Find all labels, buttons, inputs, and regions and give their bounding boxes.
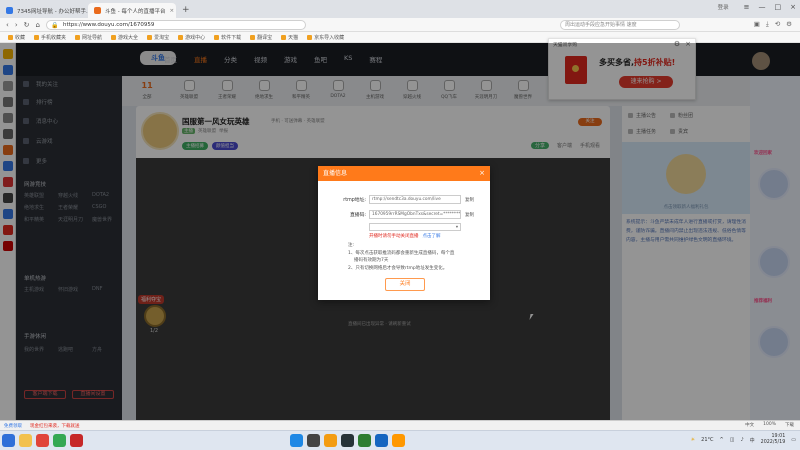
dialog-header: 直播信息 × bbox=[318, 166, 490, 181]
rtmp-label: rtmp地址: bbox=[343, 198, 366, 203]
system-tray: ☀ 21°C ^ ◫ ♪ 中 19:01 2022/5/19 ▭ bbox=[691, 434, 796, 446]
chevron-down-icon: ▾ bbox=[455, 225, 458, 230]
browser-nav-bar: ‹ › ↻ ⌂ 🔒 https://www.douyu.com/1670959 … bbox=[0, 18, 800, 32]
tab-title: 斗鱼 - 每个人的直播平台 bbox=[105, 8, 166, 15]
warning-text: 开播时请勿手动关闭直播 bbox=[369, 234, 419, 239]
history-icon[interactable]: ⟲ bbox=[775, 20, 780, 29]
back-icon[interactable]: ‹ bbox=[6, 21, 9, 29]
bookmark-item[interactable]: 京东导入收藏 bbox=[307, 34, 344, 41]
rtmp-row: rtmp地址: rtmp://sendtc3a.douyu.com/live 复… bbox=[324, 195, 474, 204]
stream-key-field[interactable]: 1670959rrRSMgObnTxs&secret=********** bbox=[369, 210, 461, 219]
copy-key-button[interactable]: 复制 bbox=[465, 212, 474, 218]
rtmp-address-field[interactable]: rtmp://sendtc3a.douyu.com/live bbox=[369, 195, 461, 204]
dialog-note: 2、只有切换网络后才会导致rtmp地址发生变化。 bbox=[348, 266, 448, 271]
taskbar-left bbox=[2, 434, 83, 447]
dialog-close-button[interactable]: 关闭 bbox=[385, 278, 425, 291]
status-item[interactable]: 现金红包来袭，下载就送 bbox=[30, 423, 80, 429]
bookmark-item[interactable]: 软件下载 bbox=[214, 34, 241, 41]
minimize-icon[interactable]: — bbox=[759, 3, 766, 11]
volume-icon[interactable]: ♪ bbox=[740, 437, 743, 443]
dialog-close-icon[interactable]: × bbox=[479, 166, 485, 181]
app-icon[interactable] bbox=[290, 434, 303, 447]
app-icon[interactable] bbox=[392, 434, 405, 447]
address-text: https://www.douyu.com/1670959 bbox=[62, 21, 155, 28]
address-bar[interactable]: 🔒 https://www.douyu.com/1670959 bbox=[45, 19, 306, 30]
tab-7345[interactable]: 7345网址导航 - 办公好帮手... × bbox=[0, 3, 88, 18]
browser-status-bar: 免费领取 现金红包来袭，下载就送 中文 100% 下载 bbox=[0, 420, 800, 430]
dialog-note: 注: bbox=[348, 243, 355, 248]
weather-icon[interactable]: ☀ bbox=[691, 437, 695, 443]
lock-icon: 🔒 bbox=[50, 21, 59, 29]
chevron-up-icon[interactable]: ^ bbox=[720, 437, 724, 443]
browser-tab-bar: 7345网址导航 - 办公好帮手... × 斗鱼 - 每个人的直播平台 × + … bbox=[0, 0, 800, 18]
notification-icon[interactable]: ▭ bbox=[791, 437, 796, 443]
dialog-note: 1、每次点击获取推流码都会重新生成直播码，每个直 bbox=[348, 251, 455, 256]
copy-rtmp-button[interactable]: 复制 bbox=[465, 197, 474, 203]
line-select[interactable]: ▾ bbox=[369, 223, 461, 231]
bookmark-item[interactable]: 游戏大全 bbox=[111, 34, 138, 41]
ime-indicator[interactable]: 中 bbox=[750, 437, 755, 444]
dialog-title: 直播信息 bbox=[323, 170, 348, 177]
site-favicon-icon bbox=[6, 7, 13, 14]
bookmark-item[interactable]: 游戏中心 bbox=[178, 34, 205, 41]
weather-temp[interactable]: 21°C bbox=[701, 437, 713, 443]
forward-icon[interactable]: › bbox=[15, 21, 18, 29]
status-item[interactable]: 下载 bbox=[785, 422, 794, 428]
bookmark-item[interactable]: 收藏 bbox=[8, 34, 25, 41]
status-item[interactable]: 免费领取 bbox=[4, 423, 22, 429]
new-tab-button[interactable]: + bbox=[176, 3, 196, 18]
app-icon[interactable] bbox=[358, 434, 371, 447]
network-icon[interactable]: ◫ bbox=[730, 437, 735, 443]
tab-title: 7345网址导航 - 办公好帮手... bbox=[17, 8, 88, 15]
status-right: 中文 100% 下载 bbox=[745, 422, 794, 428]
status-item[interactable]: 中文 bbox=[745, 422, 754, 428]
search-input[interactable]: 周出运动手段应急开始事情 速度 bbox=[560, 20, 680, 30]
extension-icon[interactable]: ▣ bbox=[754, 20, 760, 29]
app-icon[interactable] bbox=[70, 434, 83, 447]
app-icon[interactable] bbox=[375, 434, 388, 447]
bookmark-item[interactable]: 手机收藏夹 bbox=[34, 34, 66, 41]
tab-close-icon[interactable]: × bbox=[169, 8, 174, 14]
menu-icon[interactable]: ≡ bbox=[744, 3, 750, 11]
stream-key-label: 直播码: bbox=[349, 213, 366, 218]
bookmark-item[interactable]: 翻译宝 bbox=[250, 34, 272, 41]
bookmark-item[interactable]: 网址导航 bbox=[75, 34, 102, 41]
douyu-favicon-icon bbox=[94, 7, 101, 14]
home-icon[interactable]: ⌂ bbox=[36, 21, 40, 29]
app-icon[interactable] bbox=[324, 434, 337, 447]
os-taskbar: ☀ 21°C ^ ◫ ♪ 中 19:01 2022/5/19 ▭ bbox=[0, 430, 800, 450]
maximize-icon[interactable]: □ bbox=[775, 3, 782, 11]
start-menu-icon[interactable] bbox=[2, 434, 15, 447]
learn-more-link[interactable]: 点击了解 bbox=[423, 234, 441, 239]
bookmark-item[interactable]: 爱淘宝 bbox=[147, 34, 169, 41]
login-link[interactable]: 登录 bbox=[718, 3, 729, 11]
taskbar-center bbox=[290, 434, 405, 447]
tab-douyu[interactable]: 斗鱼 - 每个人的直播平台 × bbox=[88, 3, 176, 18]
browser-toolbar-icons: ▣ ⤓ ⟲ ⚙ bbox=[754, 20, 792, 29]
zoom-level[interactable]: 100% bbox=[763, 422, 776, 428]
app-icon[interactable] bbox=[307, 434, 320, 447]
refresh-icon[interactable]: ↻ bbox=[24, 21, 30, 29]
file-explorer-icon[interactable] bbox=[19, 434, 32, 447]
browser-icon[interactable] bbox=[36, 434, 49, 447]
live-info-dialog: 直播信息 × rtmp地址: rtmp://sendtc3a.douyu.com… bbox=[318, 166, 490, 300]
clock-date: 2022/5/19 bbox=[760, 440, 786, 445]
settings-icon[interactable]: ⚙ bbox=[786, 20, 792, 29]
download-icon[interactable]: ⤓ bbox=[766, 20, 769, 29]
app-icon[interactable] bbox=[341, 434, 354, 447]
dialog-note: 播码有效期为7天 bbox=[354, 258, 389, 263]
stream-key-row: 直播码: 1670959rrRSMgObnTxs&secret=********… bbox=[324, 210, 474, 219]
system-clock[interactable]: 19:01 2022/5/19 bbox=[761, 434, 786, 446]
bookmark-item[interactable]: 天猫 bbox=[281, 34, 298, 41]
close-window-icon[interactable]: × bbox=[790, 3, 796, 11]
dialog-warning: 开播时请勿手动关闭直播 点击了解 bbox=[369, 233, 441, 239]
window-controls: 登录 ≡ — □ × bbox=[718, 3, 796, 11]
browser-icon[interactable] bbox=[53, 434, 66, 447]
